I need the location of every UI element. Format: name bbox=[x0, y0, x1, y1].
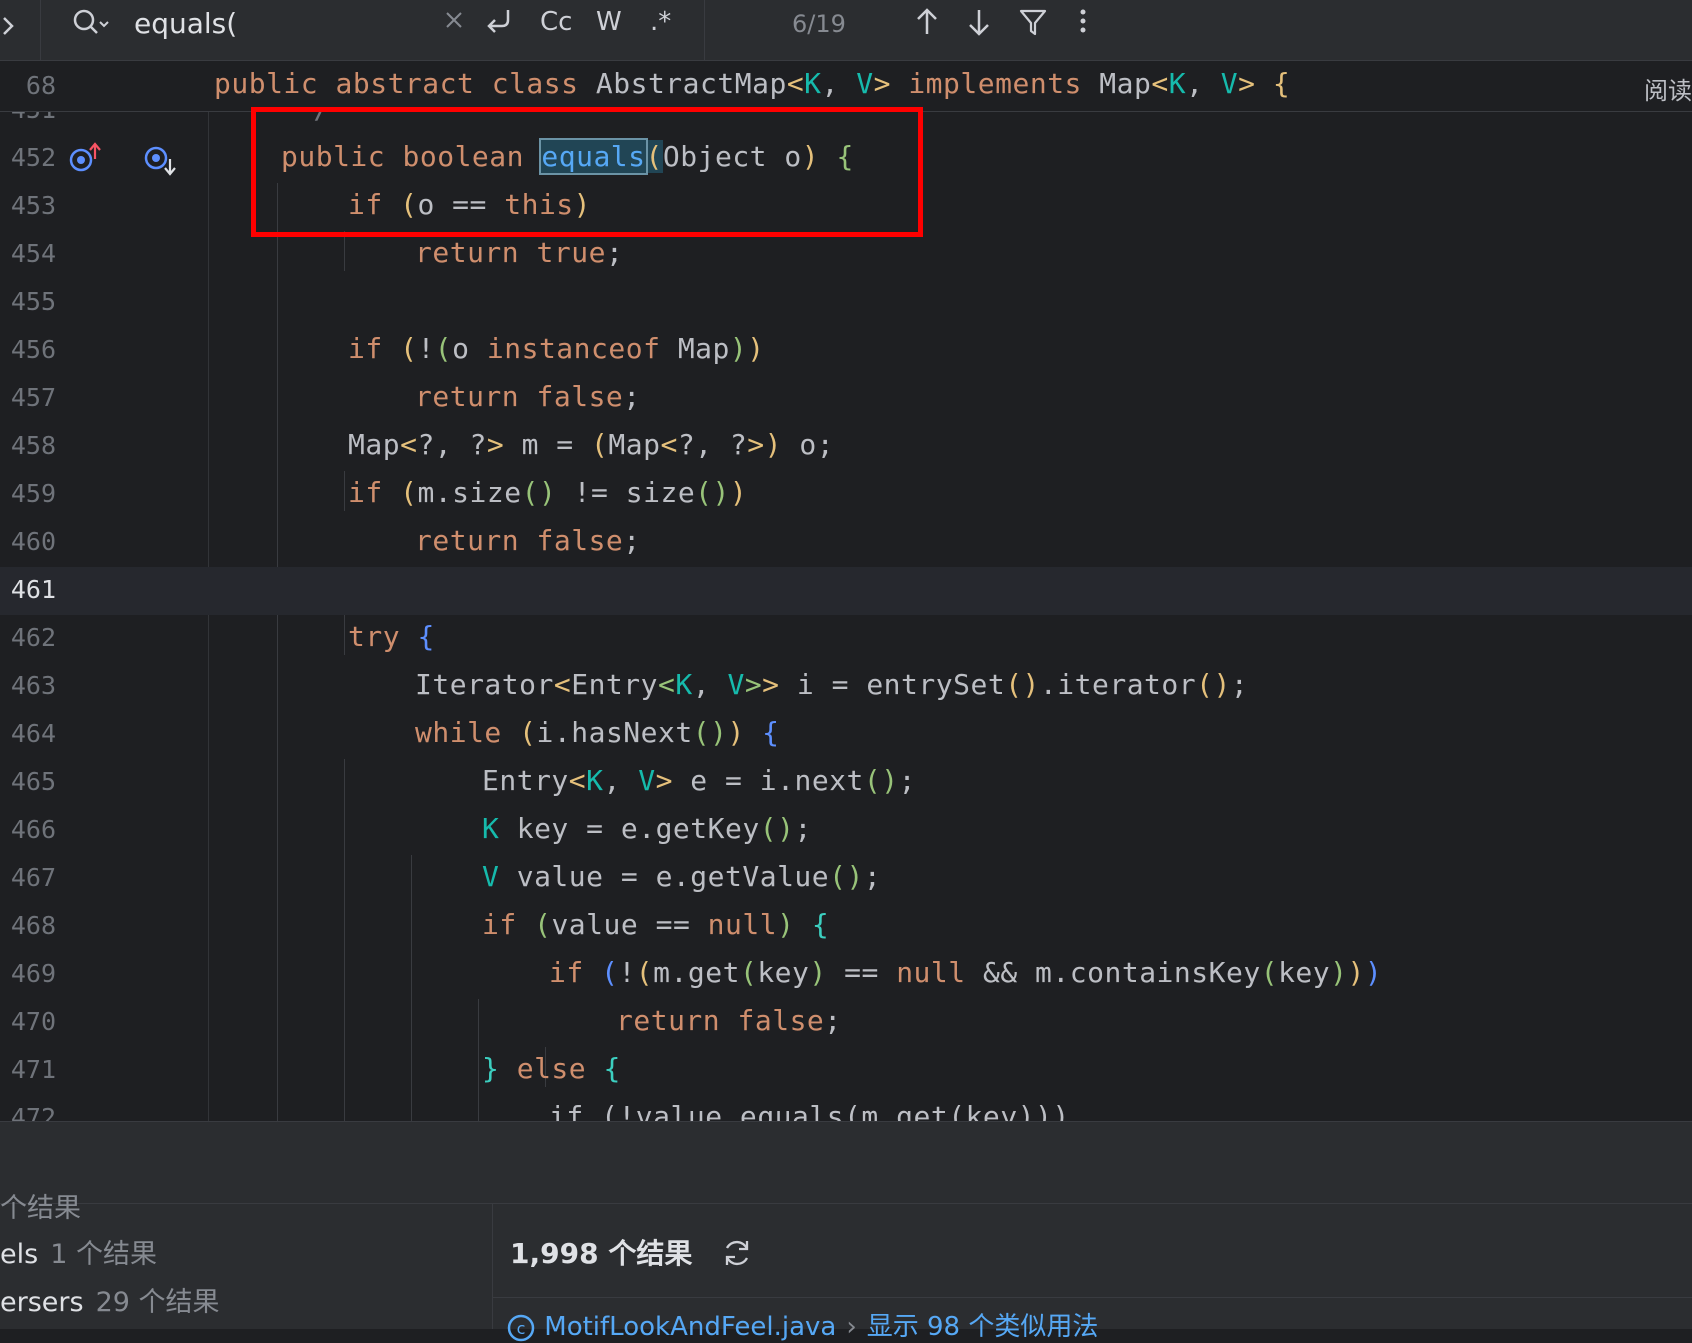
find-usages-panel: 个结果 els 1 个结果 ersers 29 个结果 1,998 个结果 c Mo… bbox=[0, 1193, 1692, 1342]
code-editor[interactable]: 451 */ 452 public boolean equals(Object … bbox=[0, 111, 1692, 1121]
code-line-456: 456 if (!(o instanceof Map)) bbox=[10, 332, 765, 365]
code-line-468: 468 if (value == null) { bbox=[10, 908, 830, 941]
previous-occurrence-arrow-up-icon[interactable] bbox=[914, 6, 940, 42]
usage-path[interactable]: c MotifLookAndFeel.java › 显示 98 个类似用法 bbox=[506, 1306, 1098, 1343]
divider bbox=[704, 0, 705, 60]
usage-file-link[interactable]: MotifLookAndFeel.java bbox=[544, 1312, 836, 1342]
code-line-459: 459 if (m.size() != size()) bbox=[10, 476, 748, 509]
code-line: public abstract class AbstractMap<K, V> … bbox=[214, 67, 1291, 100]
code-line-454: 454 return true; bbox=[10, 236, 624, 269]
code-line-464: 464 while (i.hasNext()) { bbox=[10, 716, 780, 749]
code-line-462: 462 try { bbox=[10, 620, 435, 653]
code-line-460: 460 return false; bbox=[10, 524, 641, 557]
expand-replace-chevron-icon[interactable] bbox=[0, 6, 22, 46]
code-line-470: 470 return false; bbox=[10, 1004, 842, 1037]
match-counter: 6/19 bbox=[792, 10, 846, 38]
svg-text:c: c bbox=[517, 1319, 526, 1338]
new-line-icon[interactable] bbox=[484, 6, 514, 40]
result-group-partial: 个结果 bbox=[0, 1193, 81, 1224]
code-line-466: 466 K key = e.getKey(); bbox=[10, 812, 812, 845]
line-number: 68 bbox=[25, 71, 56, 100]
clear-search-icon[interactable] bbox=[444, 10, 464, 34]
implementing-method-override-icon[interactable] bbox=[68, 141, 102, 179]
code-line-469: 469 if (!(m.get(key) == null && m.contai… bbox=[10, 956, 1383, 989]
divider bbox=[40, 0, 41, 60]
match-case-toggle[interactable]: Cc bbox=[540, 2, 572, 42]
reader-mode-button[interactable]: 阅读 bbox=[1644, 71, 1692, 106]
more-options-icon[interactable] bbox=[1076, 6, 1090, 42]
search-history-icon[interactable] bbox=[70, 6, 110, 46]
panel-divider bbox=[492, 1204, 493, 1329]
filter-icon[interactable] bbox=[1018, 6, 1048, 42]
whole-words-toggle[interactable]: W bbox=[596, 2, 622, 42]
panel-splitter[interactable] bbox=[0, 1121, 1692, 1204]
code-line-467: 467 V value = e.getValue(); bbox=[10, 860, 882, 893]
next-occurrence-arrow-down-icon[interactable] bbox=[966, 6, 992, 42]
find-in-file-bar: equals( Cc W .* 6/19 bbox=[0, 0, 1692, 61]
code-line-471: 471 } else { bbox=[10, 1052, 621, 1085]
code-line-465: 465 Entry<K, V> e = i.next(); bbox=[10, 764, 916, 797]
annotation-highlight-box bbox=[251, 107, 923, 237]
code-line-458: 458 Map<?, ?> m = (Map<?, ?>) o; bbox=[10, 428, 835, 461]
refresh-icon[interactable] bbox=[720, 1236, 754, 1274]
code-line-455: 455 bbox=[10, 287, 56, 316]
search-input[interactable]: equals( bbox=[134, 4, 237, 44]
breadcrumb-chevron-icon: › bbox=[846, 1312, 857, 1342]
result-group-item[interactable]: els 1 个结果 bbox=[0, 1232, 157, 1271]
regex-toggle[interactable]: .* bbox=[650, 2, 671, 42]
total-results-count: 1,998 个结果 bbox=[510, 1237, 693, 1270]
result-group-item[interactable]: ersers 29 个结果 bbox=[0, 1280, 220, 1319]
code-line-457: 457 return false; bbox=[10, 380, 641, 413]
show-similar-usages-link[interactable]: 显示 98 个类似用法 bbox=[867, 1312, 1099, 1342]
overridden-method-down-icon[interactable] bbox=[143, 143, 177, 181]
sticky-class-header[interactable]: 68 public abstract class AbstractMap<K, … bbox=[0, 61, 1692, 112]
code-line-472: 472 if (!value.equals(m.get(key))) bbox=[10, 1100, 1070, 1121]
code-line-463: 463 Iterator<Entry<K, V>> i = entrySet()… bbox=[10, 668, 1249, 701]
code-line-461-current: 461 bbox=[0, 567, 1692, 615]
divider bbox=[493, 1297, 1692, 1298]
